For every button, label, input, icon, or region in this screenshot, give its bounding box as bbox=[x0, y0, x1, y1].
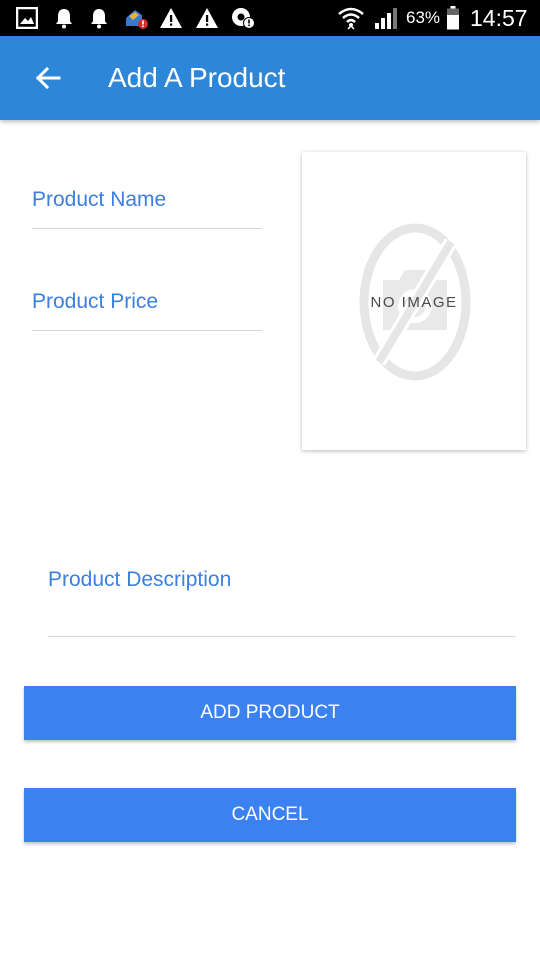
product-description-field[interactable]: Product Description bbox=[48, 560, 516, 637]
notification-bell-icon bbox=[52, 6, 76, 30]
signal-icon bbox=[372, 6, 400, 30]
product-image-placeholder[interactable]: NO IMAGE bbox=[302, 152, 526, 450]
warning-icon bbox=[194, 6, 220, 30]
page-title: Add A Product bbox=[108, 62, 286, 93]
add-product-button[interactable]: ADD PRODUCT bbox=[24, 686, 516, 740]
gallery-icon bbox=[14, 6, 40, 30]
clock: 14:57 bbox=[470, 5, 528, 31]
product-price-input[interactable] bbox=[32, 296, 262, 330]
back-button[interactable] bbox=[26, 56, 70, 100]
app-alert-icon bbox=[122, 6, 150, 30]
warning-icon bbox=[158, 6, 184, 30]
settings-alert-icon bbox=[229, 6, 257, 30]
battery-percent: 63% bbox=[406, 8, 441, 27]
product-name-input[interactable] bbox=[32, 194, 262, 228]
status-bar: 63% 14:57 bbox=[0, 0, 540, 36]
battery-icon bbox=[444, 6, 462, 30]
product-description-label: Product Description bbox=[48, 568, 232, 591]
product-price-field[interactable]: Product Price bbox=[32, 282, 262, 331]
no-image-text: NO IMAGE bbox=[370, 294, 458, 311]
product-description-input[interactable] bbox=[48, 602, 516, 636]
notification-bell-icon bbox=[87, 6, 111, 30]
app-bar: Add A Product bbox=[0, 36, 540, 120]
product-name-field[interactable]: Product Name bbox=[32, 180, 262, 229]
wifi-icon bbox=[336, 6, 366, 30]
arrow-back-icon bbox=[35, 66, 61, 90]
cancel-button[interactable]: CANCEL bbox=[24, 788, 516, 842]
